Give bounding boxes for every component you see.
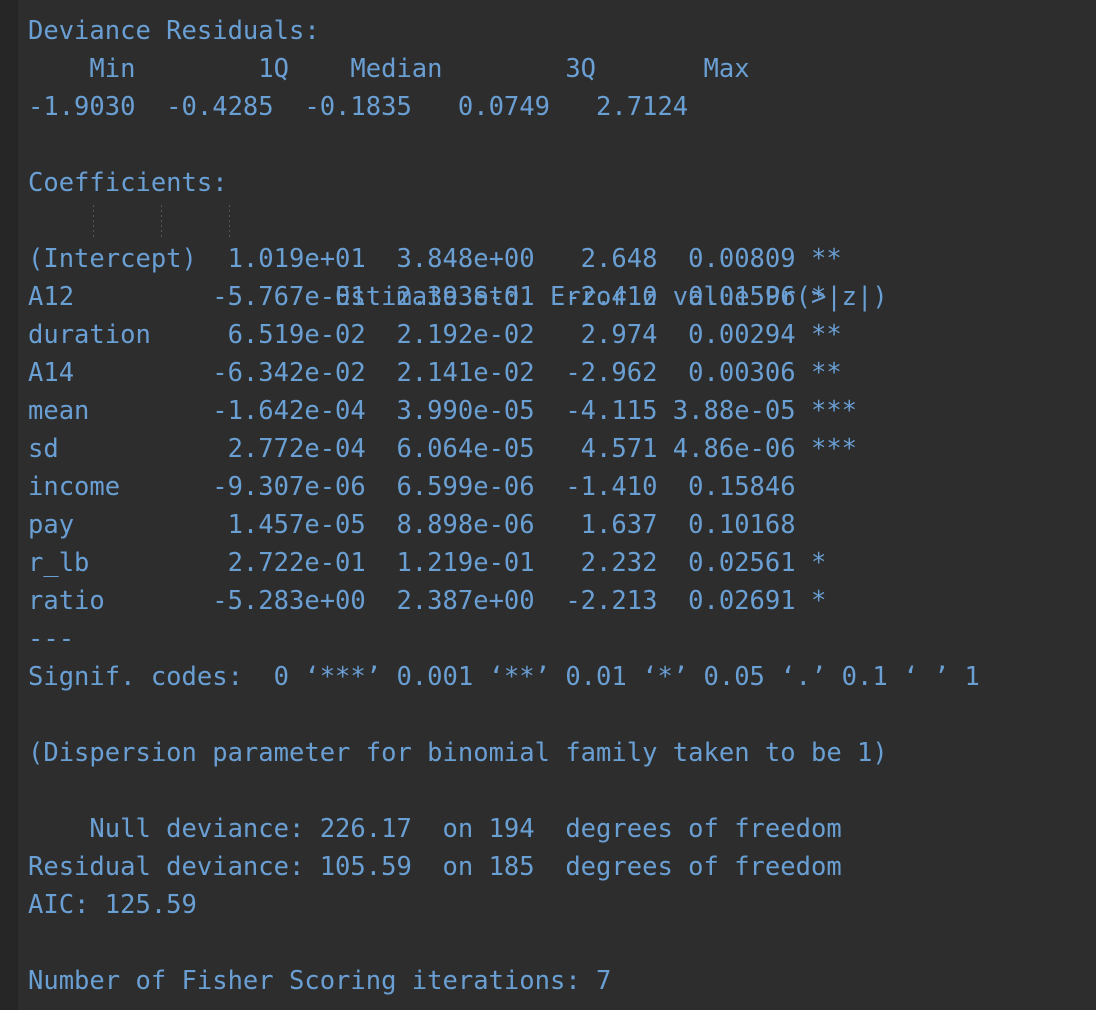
deviance-residuals-heading: Deviance Residuals: — [28, 16, 320, 46]
deviance-residuals-values-row: -1.9030 -0.4285 -0.1835 0.0749 2.7124 — [28, 92, 719, 122]
residual-deviance-line: Residual deviance: 105.59 on 185 degrees… — [28, 852, 842, 882]
coefficients-header-row: Estimate Std. Error z value Pr(>|z|) — [28, 202, 1096, 312]
coefficient-row: ratio -5.283e+00 2.387e+00 -2.213 0.0269… — [28, 586, 858, 616]
null-deviance-line: Null deviance: 226.17 on 194 degrees of … — [28, 814, 842, 844]
deviance-residuals-header-row: Min 1Q Median 3Q Max — [28, 54, 781, 84]
indent-guides — [28, 202, 1096, 240]
terminal-window[interactable]: Deviance Residuals: Min 1Q Median 3Q Max… — [0, 0, 1096, 1010]
coefficient-row: A14 -6.342e-02 2.141e-02 -2.962 0.00306 … — [28, 358, 858, 388]
coefficient-row: r_lb 2.722e-01 1.219e-01 2.232 0.02561 * — [28, 548, 858, 578]
coefficients-heading: Coefficients: — [28, 168, 228, 198]
coefficient-row: A12 -5.767e-01 2.393e-01 -2.410 0.01596 … — [28, 282, 858, 312]
fisher-iterations-line: Number of Fisher Scoring iterations: 7 — [28, 966, 612, 996]
coefficient-row: sd 2.772e-04 6.064e-05 4.571 4.86e-06 **… — [28, 434, 858, 464]
indent-guide-icon-1 — [93, 205, 94, 237]
console-output-region[interactable]: Deviance Residuals: Min 1Q Median 3Q Max… — [18, 0, 1096, 1010]
coefficient-row: (Intercept) 1.019e+01 3.848e+00 2.648 0.… — [28, 244, 858, 274]
coefficient-row: duration 6.519e-02 2.192e-02 2.974 0.002… — [28, 320, 858, 350]
separator-rule: --- — [28, 624, 75, 654]
coefficient-row: mean -1.642e-04 3.990e-05 -4.115 3.88e-0… — [28, 396, 858, 426]
indent-guide-icon-2 — [161, 205, 162, 237]
coefficient-row: pay 1.457e-05 8.898e-06 1.637 0.10168 — [28, 510, 858, 540]
console-prompt[interactable]: >>> — [28, 1000, 1096, 1010]
indent-guide-icon-3 — [229, 205, 230, 237]
editor-gutter — [0, 0, 18, 1010]
signif-codes-line: Signif. codes: 0 ‘***’ 0.001 ‘**’ 0.01 ‘… — [28, 662, 980, 692]
dispersion-parameter-line: (Dispersion parameter for binomial famil… — [28, 738, 888, 768]
coefficient-row: income -9.307e-06 6.599e-06 -1.410 0.158… — [28, 472, 858, 502]
aic-line: AIC: 125.59 — [28, 890, 197, 920]
